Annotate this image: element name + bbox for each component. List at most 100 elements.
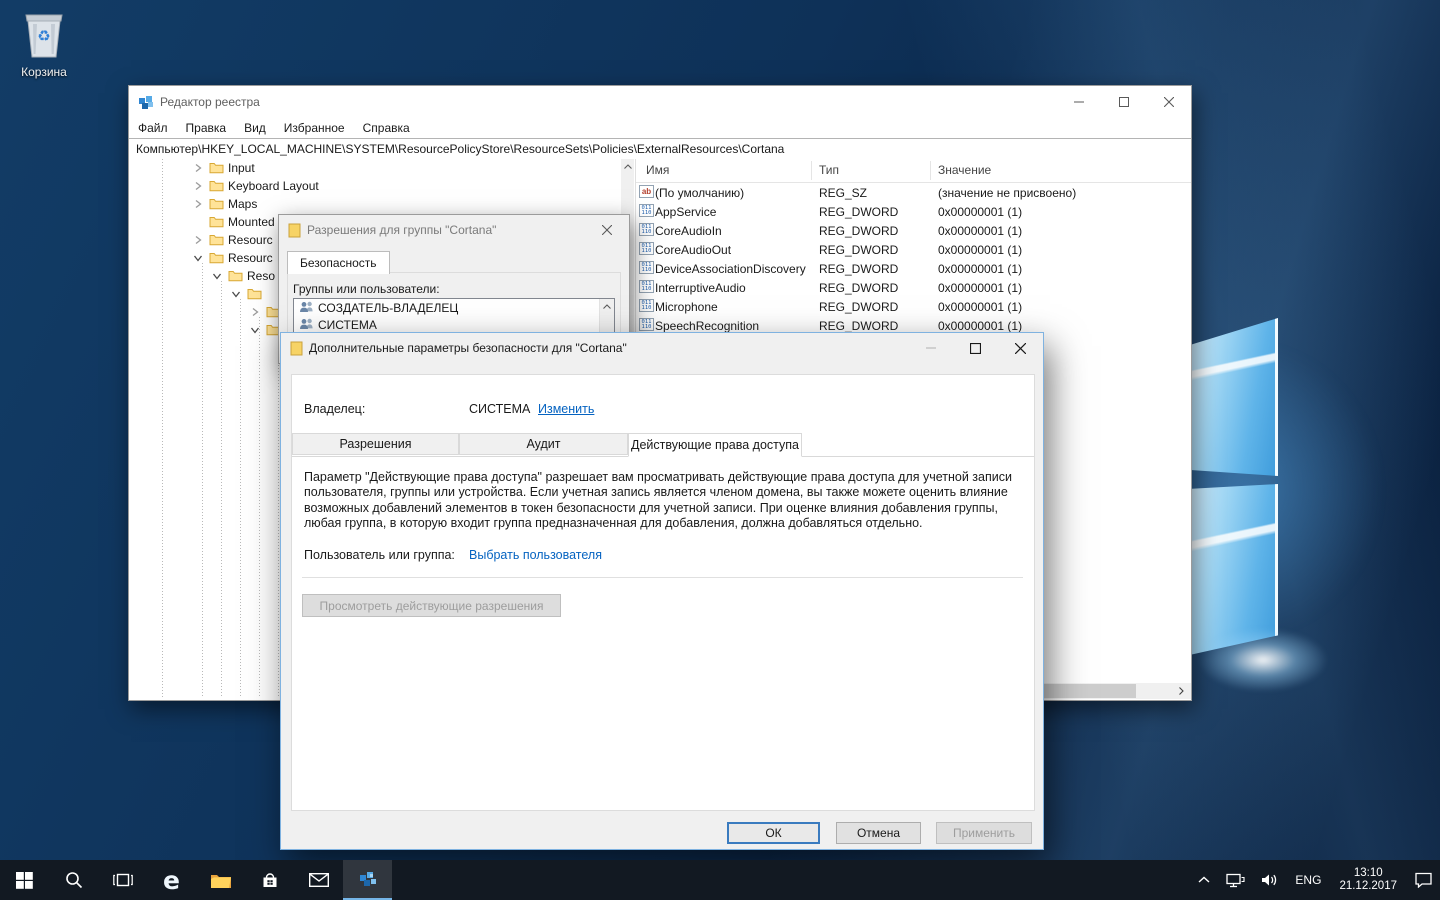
effective-access-description: Параметр "Действующие права доступа" раз…	[304, 470, 1012, 530]
value-data: 0x00000001 (1)	[938, 224, 1023, 238]
column-type[interactable]: Тип	[819, 163, 839, 177]
view-effective-permissions-button[interactable]: Просмотреть действующие разрешения	[302, 594, 561, 617]
chevron-right-icon[interactable]	[250, 307, 260, 317]
column-name[interactable]: Имя	[646, 163, 669, 177]
menu-item[interactable]: Вид	[235, 117, 275, 138]
regedit-app-icon	[138, 94, 154, 110]
tab-permissions[interactable]: Разрешения	[292, 433, 459, 455]
menu-item[interactable]: Правка	[177, 117, 236, 138]
tab-security[interactable]: Безопасность	[287, 251, 390, 274]
action-center-icon[interactable]	[1407, 860, 1440, 900]
regedit-icon	[358, 869, 378, 889]
taskbar-edge-button[interactable]: e	[147, 860, 196, 900]
taskbar-search-button[interactable]	[49, 860, 98, 900]
ok-button[interactable]: ОК	[727, 822, 820, 844]
menu-item[interactable]: Файл	[129, 117, 177, 138]
column-data[interactable]: Значение	[938, 163, 991, 177]
group-list-item[interactable]: СИСТЕМА	[294, 316, 614, 333]
group-list-item[interactable]: СОЗДАТЕЛЬ-ВЛАДЕЛЕЦ	[294, 299, 614, 316]
tree-item-label: Maps	[228, 197, 258, 211]
value-data: (значение не присвоено)	[938, 186, 1077, 200]
maximize-button[interactable]	[953, 333, 998, 363]
advanced-dialog-icon	[290, 341, 303, 356]
chevron-down-icon[interactable]	[250, 325, 260, 335]
taskbar-task-view-button[interactable]	[98, 860, 147, 900]
menu-item[interactable]: Избранное	[275, 117, 354, 138]
taskbar-store-button[interactable]	[245, 860, 294, 900]
folder-icon	[228, 269, 243, 282]
registry-value-row[interactable]: 011 110 DeviceAssociationDiscovery REG_DWOR…	[636, 259, 1191, 278]
store-icon	[261, 871, 279, 889]
regedit-title: Редактор реестра	[160, 94, 260, 109]
recycle-bin-label: Корзина	[21, 65, 67, 79]
permissions-titlebar[interactable]: Разрешения для группы "Cortana"	[279, 215, 629, 245]
tree-guide-line	[221, 281, 222, 697]
value-type: REG_SZ	[819, 186, 868, 200]
registry-value-row[interactable]: ab (По умолчанию) REG_SZ (значение не присв…	[636, 183, 1191, 202]
users-icon	[299, 301, 314, 313]
minimize-button[interactable]	[1056, 86, 1101, 117]
folder-icon	[209, 161, 224, 174]
advanced-tabstrip: Разрешения Аудит Действующие права доступа	[292, 433, 1034, 457]
dword-value-icon: 011 110	[639, 223, 654, 236]
advanced-titlebar[interactable]: Дополнительные параметры безопасности дл…	[281, 333, 1043, 363]
chevron-down-icon[interactable]	[231, 289, 241, 299]
tray-chevron-up-icon[interactable]	[1190, 860, 1218, 900]
start-icon	[16, 871, 33, 889]
select-user-link[interactable]: Выбрать пользователя	[469, 548, 602, 562]
taskbar-mail-button[interactable]	[294, 860, 343, 900]
volume-icon[interactable]	[1253, 860, 1287, 900]
chevron-right-icon[interactable]	[193, 235, 203, 245]
chevron-right-icon[interactable]	[193, 163, 203, 173]
clock[interactable]: 13:10 21.12.2017	[1329, 867, 1407, 893]
scroll-right-icon[interactable]	[1174, 684, 1188, 698]
value-name: SpeechRecognition	[655, 319, 760, 333]
taskbar-regedit-button[interactable]	[343, 860, 392, 900]
language-indicator[interactable]: ENG	[1287, 860, 1329, 900]
values-header[interactable]: Имя Тип Значение	[636, 159, 1191, 183]
group-name: СОЗДАТЕЛЬ-ВЛАДЕЛЕЦ	[318, 301, 459, 315]
mail-icon	[308, 873, 329, 887]
tree-item[interactable]: Keyboard Layout	[129, 177, 621, 195]
network-icon[interactable]	[1218, 860, 1253, 900]
change-owner-link[interactable]: Изменить	[538, 402, 594, 416]
registry-value-row[interactable]: 011 110 AppService REG_DWORD 0x00000001 (1)	[636, 202, 1191, 221]
close-icon[interactable]	[584, 215, 629, 245]
close-button[interactable]	[998, 333, 1043, 363]
groups-users-label: Группы или пользователи:	[293, 282, 440, 296]
tab-effective-access[interactable]: Действующие права доступа	[628, 433, 802, 457]
minimize-button[interactable]	[908, 333, 953, 363]
chevron-right-icon[interactable]	[193, 181, 203, 191]
apply-button[interactable]: Применить	[936, 822, 1032, 844]
chevron-down-icon[interactable]	[212, 271, 222, 281]
menu-item[interactable]: Справка	[354, 117, 419, 138]
folder-icon	[209, 215, 224, 228]
registry-value-row[interactable]: 011 110 InterruptiveAudio REG_DWORD 0x000000…	[636, 278, 1191, 297]
cancel-button[interactable]: Отмена	[836, 822, 921, 844]
value-name: DeviceAssociationDiscovery	[655, 262, 806, 276]
registry-value-row[interactable]: 011 110 CoreAudioIn REG_DWORD 0x00000001 (1)	[636, 221, 1191, 240]
clock-time: 13:10	[1353, 867, 1383, 879]
taskbar-start-button[interactable]	[0, 860, 49, 900]
tree-item-label: Resourc	[228, 251, 273, 265]
address-bar[interactable]: Компьютер\HKEY_LOCAL_MACHINE\SYSTEM\Reso…	[129, 138, 1191, 160]
owner-value: СИСТЕМА	[469, 402, 531, 416]
recycle-bin[interactable]: ♻ Корзина	[8, 8, 80, 79]
maximize-button[interactable]	[1101, 86, 1146, 117]
registry-value-row[interactable]: 011 110 Microphone REG_DWORD 0x00000001 (1)	[636, 297, 1191, 316]
tab-auditing[interactable]: Аудит	[459, 433, 628, 455]
chevron-down-icon[interactable]	[193, 253, 203, 263]
taskbar-file-explorer-button[interactable]	[196, 860, 245, 900]
dword-value-icon: 011 110	[639, 204, 654, 217]
regedit-titlebar[interactable]: Редактор реестра	[129, 86, 1191, 117]
registry-value-row[interactable]: 011 110 CoreAudioOut REG_DWORD 0x00000001 (1…	[636, 240, 1191, 259]
value-data: 0x00000001 (1)	[938, 243, 1023, 257]
permissions-title: Разрешения для группы "Cortana"	[307, 223, 497, 237]
chevron-right-icon[interactable]	[193, 199, 203, 209]
scroll-up-icon[interactable]	[621, 159, 634, 174]
tree-item[interactable]: Maps	[129, 195, 621, 213]
folder-icon	[247, 287, 262, 300]
tree-guide-line	[278, 335, 279, 697]
tree-item[interactable]: Input	[129, 159, 621, 177]
close-button[interactable]	[1146, 86, 1191, 117]
